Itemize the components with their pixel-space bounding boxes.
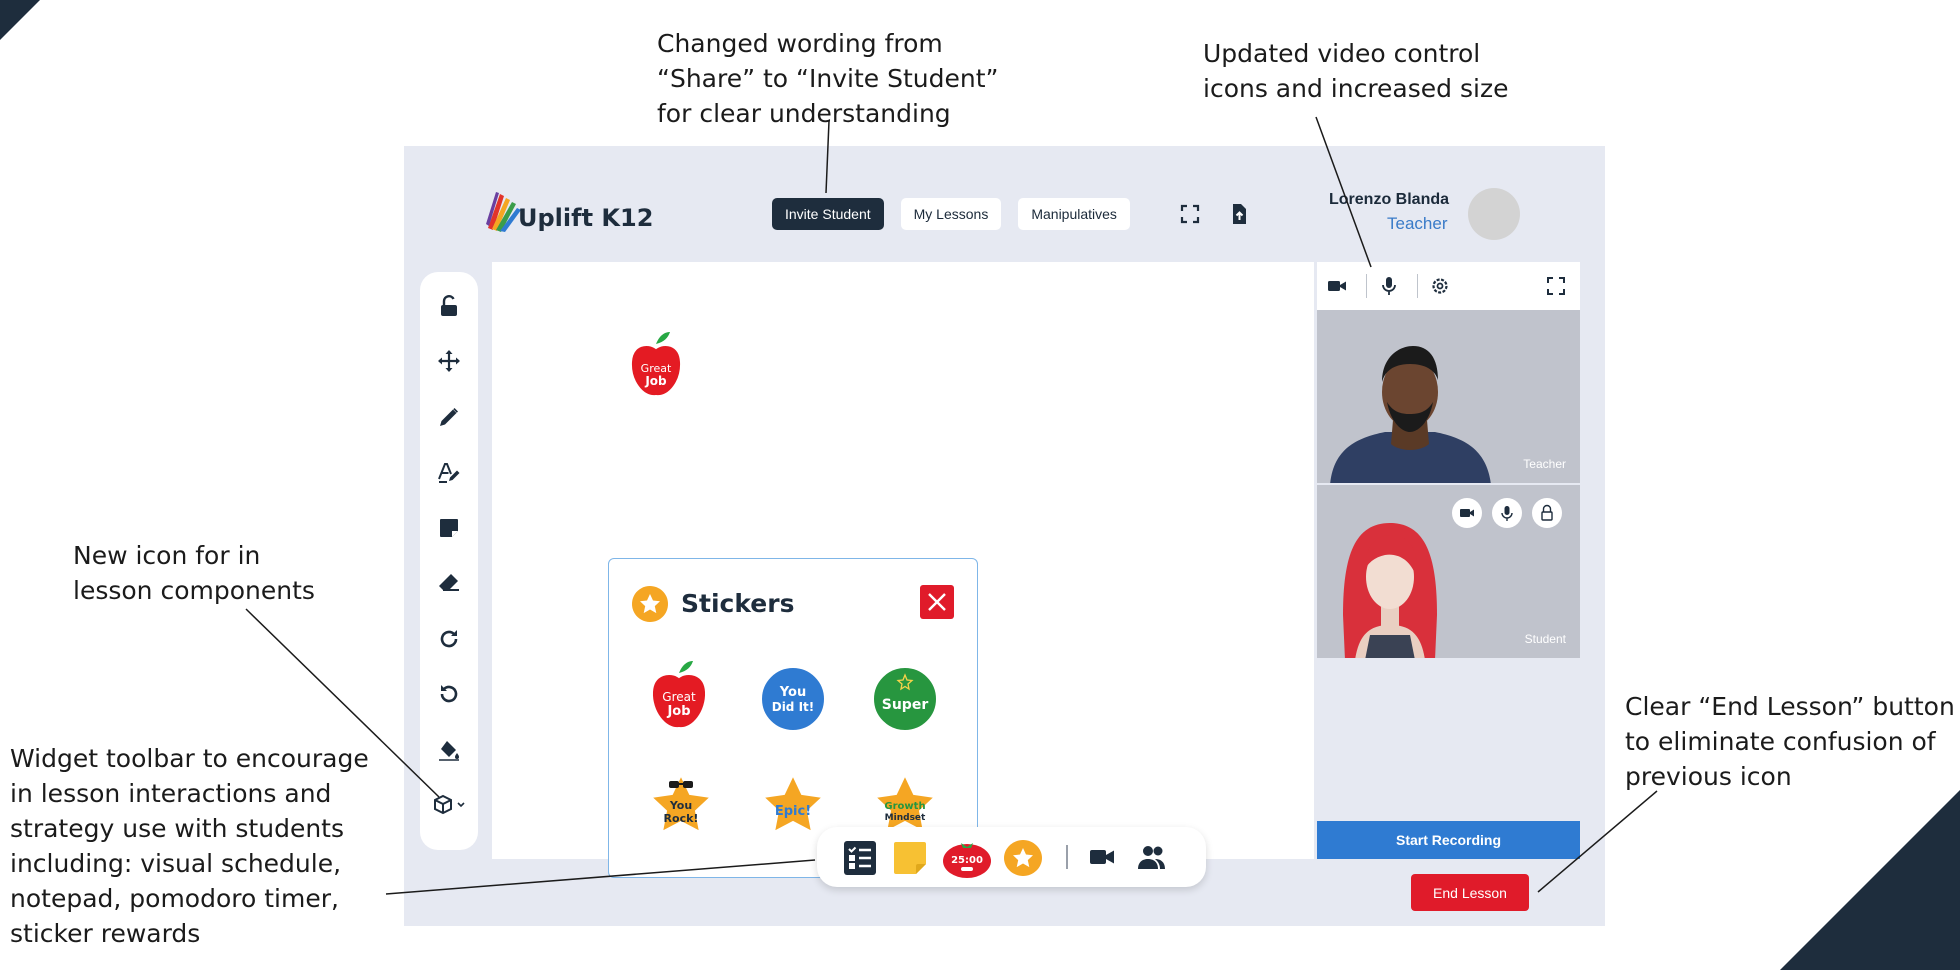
sticker-you-rock[interactable]: You Rock! bbox=[645, 771, 717, 843]
annotation-lesson-components: New icon for in lesson components bbox=[73, 541, 315, 605]
student-video-tile[interactable]: Student bbox=[1317, 485, 1580, 658]
student-label: Student bbox=[1524, 632, 1566, 646]
app-window: Uplift K12 Invite Student My Lessons Man… bbox=[404, 146, 1605, 926]
video-camera-icon[interactable] bbox=[1089, 845, 1115, 869]
paint-bucket-icon[interactable] bbox=[437, 738, 461, 762]
text-pen-icon[interactable] bbox=[437, 460, 461, 484]
pomodoro-timer-icon[interactable]: 25:00 bbox=[941, 835, 993, 879]
file-upload-icon[interactable] bbox=[1227, 202, 1251, 226]
microphone-icon bbox=[1501, 506, 1513, 521]
lock-icon bbox=[1541, 504, 1553, 521]
corner-decoration-top-left bbox=[0, 0, 40, 40]
sticker-you-did-it[interactable]: You Did It! bbox=[759, 665, 827, 733]
student-microphone-button[interactable] bbox=[1492, 498, 1522, 528]
gear-icon[interactable] bbox=[1428, 274, 1452, 298]
close-icon bbox=[928, 593, 946, 611]
sticker-text: Mindset bbox=[885, 813, 926, 823]
sticker-great-job[interactable]: Great Job bbox=[647, 659, 711, 733]
avatar[interactable] bbox=[1468, 188, 1520, 240]
video-panel: Teacher Student Start Recording bbox=[1317, 262, 1580, 859]
visual-schedule-icon[interactable] bbox=[844, 841, 876, 875]
logo-text: Uplift K12 bbox=[518, 204, 654, 232]
sticker-text: Did It! bbox=[772, 700, 815, 714]
sticker-text: Super bbox=[882, 697, 929, 713]
close-button[interactable] bbox=[920, 585, 954, 619]
whiteboard-canvas[interactable]: Great Job Stickers Great Job You Did It!… bbox=[492, 262, 1314, 878]
fullscreen-icon[interactable] bbox=[1544, 274, 1568, 298]
top-nav: Invite Student My Lessons Manipulatives bbox=[772, 198, 1130, 230]
widget-toolbar: 25:00 bbox=[817, 827, 1206, 887]
teacher-avatar-illustration bbox=[1330, 346, 1491, 483]
great-job-sticker-icon[interactable]: Great Job bbox=[626, 330, 686, 402]
annotation-end-lesson: Clear “End Lesson” button to eliminate c… bbox=[1625, 692, 1955, 791]
stickers-title: Stickers bbox=[681, 589, 795, 618]
move-icon[interactable] bbox=[437, 349, 461, 373]
divider bbox=[1066, 845, 1068, 869]
user-name: Lorenzo Blanda bbox=[1329, 191, 1450, 208]
sticker-text: Job bbox=[644, 374, 667, 388]
components-icon[interactable] bbox=[431, 793, 467, 817]
teacher-label: Teacher bbox=[1523, 457, 1566, 471]
invite-student-button[interactable]: Invite Student bbox=[772, 198, 884, 230]
redo-icon[interactable] bbox=[437, 627, 461, 651]
fullscreen-icon[interactable] bbox=[1178, 202, 1202, 226]
start-recording-button[interactable]: Start Recording bbox=[1317, 821, 1580, 859]
unlock-icon[interactable] bbox=[437, 294, 461, 318]
student-lock-button[interactable] bbox=[1532, 498, 1562, 528]
sticker-text: Great bbox=[662, 690, 696, 704]
microphone-icon[interactable] bbox=[1377, 274, 1401, 298]
student-avatar-illustration bbox=[1343, 523, 1437, 658]
annotation-widget-toolbar: Widget toolbar to encourage in lesson in… bbox=[10, 744, 369, 948]
sticker-text: Growth bbox=[884, 801, 925, 812]
pencil-icon[interactable] bbox=[437, 405, 461, 429]
sticky-note-icon[interactable] bbox=[437, 516, 461, 540]
sticker-text: You bbox=[669, 799, 692, 812]
manipulatives-button[interactable]: Manipulatives bbox=[1018, 198, 1130, 230]
sticker-text: Rock! bbox=[664, 812, 699, 825]
camera-icon[interactable] bbox=[1325, 274, 1349, 298]
sticker-epic[interactable]: Epic! bbox=[757, 771, 829, 843]
eraser-icon[interactable] bbox=[437, 571, 461, 595]
annotation-wording: Changed wording from “Share” to “Invite … bbox=[657, 29, 999, 128]
divider bbox=[1417, 274, 1418, 298]
camera-icon bbox=[1460, 509, 1474, 517]
end-lesson-button[interactable]: End Lesson bbox=[1411, 874, 1529, 911]
notepad-icon[interactable] bbox=[892, 840, 928, 876]
teacher-video-tile[interactable]: Teacher bbox=[1317, 310, 1580, 483]
sticker-rewards-icon[interactable] bbox=[1003, 839, 1043, 877]
logo-mark-icon bbox=[486, 192, 521, 232]
sticker-text: You bbox=[779, 685, 806, 700]
corner-decoration-bottom-right bbox=[1780, 790, 1960, 970]
undo-icon[interactable] bbox=[437, 682, 461, 706]
sticker-text: Epic! bbox=[775, 804, 811, 819]
annotation-video-controls: Updated video control icons and increase… bbox=[1203, 39, 1509, 103]
drawing-toolbar bbox=[420, 272, 478, 850]
star-badge-icon bbox=[632, 586, 668, 622]
logo: Uplift K12 bbox=[484, 188, 653, 232]
sticker-super[interactable]: Super bbox=[871, 665, 939, 733]
student-camera-button[interactable] bbox=[1452, 498, 1482, 528]
timer-text: 25:00 bbox=[951, 855, 983, 866]
sticker-text: Job bbox=[666, 704, 690, 719]
my-lessons-button[interactable]: My Lessons bbox=[900, 198, 1002, 230]
user-role: Teacher bbox=[1387, 214, 1448, 233]
participants-icon[interactable] bbox=[1137, 843, 1167, 871]
video-controls-bar bbox=[1317, 262, 1580, 310]
divider bbox=[1366, 274, 1367, 298]
